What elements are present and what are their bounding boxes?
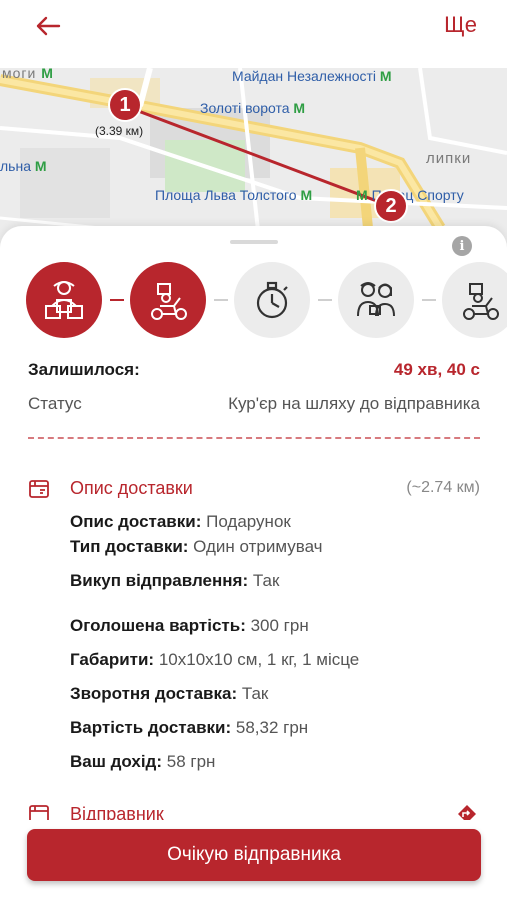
status-row: Статус Кур'єр на шляху до відправника [28,394,480,416]
delivery-distance: (~2.74 км) [406,479,480,496]
delivery-section-title[interactable]: Опис доставки [70,478,193,499]
step-courier-scooter[interactable] [130,262,206,338]
step-recipient-handover[interactable] [338,262,414,338]
step-stopwatch[interactable] [234,262,310,338]
remaining-time: 49 хв, 40 с [393,360,480,379]
route-map[interactable]: моги M Майдан Незалежності M Золоті воро… [0,68,507,248]
detail-delivery-cost: Вартість доставки: 58,32 грн [70,718,309,737]
remaining-label: Залишилося: [28,360,140,379]
detail-declared-value: Оголошена вартість: 300 грн [70,616,309,635]
map-label-lypky: липки [426,150,472,167]
package-icon [29,480,49,498]
map-marker-start[interactable]: 1 [108,88,142,122]
order-sheet: i Залишилося: 49 хв, 40 с Статус Кур'єр … [0,226,507,900]
stopwatch-icon [256,281,288,319]
back-button[interactable] [30,8,66,44]
map-label-lna: льна M [0,158,47,174]
status-label: Статус [28,394,82,413]
waiting-for-sender-button[interactable]: Очікую відправника [27,829,481,881]
sheet-drag-handle[interactable] [230,240,278,244]
progress-steps [26,262,507,338]
map-route-distance: (3.39 км) [95,124,144,138]
arrow-left-icon [36,16,61,36]
detail-description: Опис доставки: Подарунок [70,512,291,531]
courier-packages-icon [45,281,83,319]
step-courier-scooter-return[interactable] [442,262,507,338]
info-button[interactable]: i [452,236,472,256]
step-connector [318,299,332,301]
step-courier-packages[interactable] [26,262,102,338]
handover-icon [357,282,395,317]
map-label-mohy: моги M [2,68,54,81]
map-label-zoloti-vorota: Золоті ворота M [200,100,306,116]
divider [28,437,480,439]
scooter-icon [151,283,187,320]
info-icon: i [459,238,465,254]
status-value: Кур'єр на шляху до відправника [228,394,480,413]
step-connector [422,299,436,301]
step-connector [110,299,124,301]
detail-income: Ваш дохід: 58 грн [70,752,216,771]
map-label-maidan: Майдан Незалежності M [232,68,392,84]
detail-delivery-type: Тип доставки: Один отримувач [70,537,323,556]
detail-dimensions: Габарити: 10х10х10 см, 1 кг, 1 місце [70,650,360,669]
detail-buyout: Викуп відправлення: Так [70,571,280,590]
map-label-tolstoho: Площа Льва Толстого M [155,187,313,203]
more-button[interactable]: Ще [444,12,477,38]
scooter-icon [463,283,499,320]
detail-return-delivery: Зворотня доставка: Так [70,684,269,703]
map-marker-end[interactable]: 2 [374,189,408,223]
map-label-palats-sportu: M Палац Спорту [356,187,464,203]
step-connector [214,299,228,301]
remaining-row: Залишилося: 49 хв, 40 с [28,360,480,382]
top-bar: Ще [0,0,507,68]
